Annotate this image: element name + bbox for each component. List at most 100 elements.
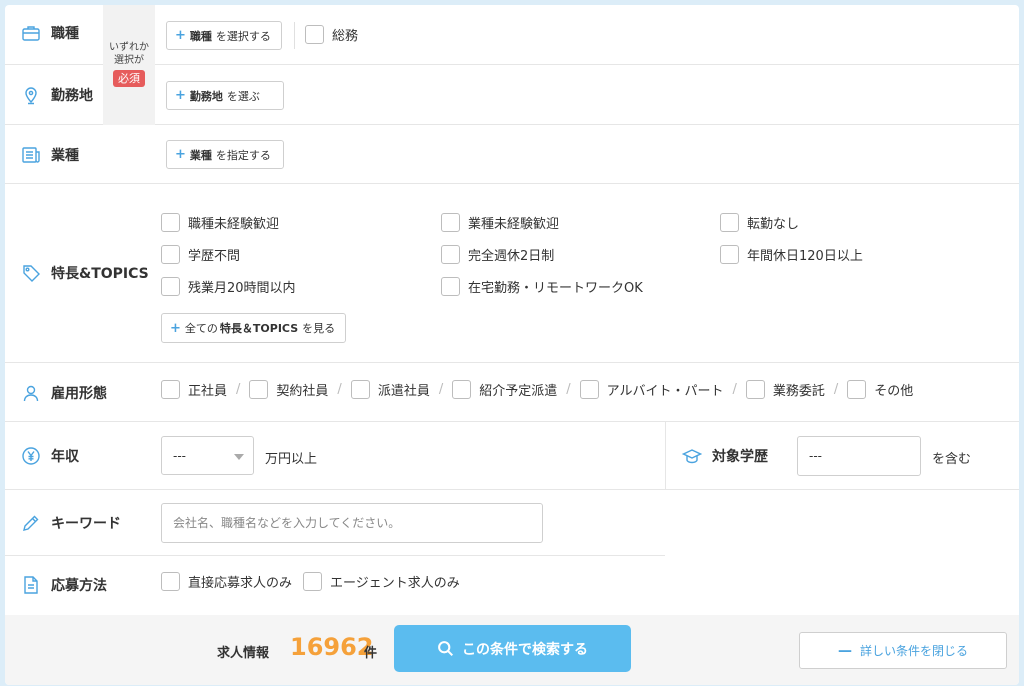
label-salary-text: 年収 <box>51 449 79 465</box>
checkbox-employment[interactable]: その他 <box>847 380 913 399</box>
checkbox-feature[interactable]: 在宅勤務・リモートワークOK <box>441 277 643 296</box>
select-industry-button[interactable]: + 業種 を指定する <box>166 140 284 169</box>
label-job-type: 職種 <box>21 23 79 43</box>
checkbox-employment[interactable]: 業務委託 <box>745 380 825 399</box>
label-education: 対象学歴 <box>682 446 768 466</box>
checkbox-feature[interactable]: 学歴不問 <box>161 245 240 264</box>
checkbox-box[interactable] <box>441 245 460 264</box>
checkbox-box[interactable] <box>452 380 472 399</box>
checkbox-label: アルバイト・パート <box>606 384 724 399</box>
checkbox-apply-method[interactable]: 直接応募求人のみ <box>161 572 292 591</box>
checkbox-feature[interactable]: 業種未経験歓迎 <box>441 213 559 232</box>
plus-icon: + <box>175 88 186 103</box>
checkbox-box[interactable] <box>303 572 322 591</box>
separator: / <box>337 382 342 397</box>
checkbox-box[interactable] <box>305 25 324 44</box>
row-employment: 雇用形態 正社員 / 契約社員 / 派遣社員 / 紹介予定派遣 / アルバイト・… <box>5 363 1019 422</box>
checkbox-feature[interactable]: 残業月20時間以内 <box>161 277 296 296</box>
checkbox-employment[interactable]: 派遣社員 <box>350 380 430 399</box>
checkbox-employment[interactable]: アルバイト・パート <box>579 380 724 399</box>
salary-select[interactable]: --- <box>161 436 254 475</box>
label-job-type-text: 職種 <box>51 26 79 42</box>
checkbox-feature[interactable]: 職種未経験歓迎 <box>161 213 279 232</box>
result-count: 16962 <box>290 633 374 661</box>
checkbox-box[interactable] <box>745 380 765 399</box>
checkbox-box[interactable] <box>847 380 867 399</box>
checkbox-employment[interactable]: 契約社員 <box>249 380 328 399</box>
checkbox-feature[interactable]: 完全週休2日制 <box>441 245 554 264</box>
search-conditions-panel: 職種 + 職種 を選択する 総務 勤務地 + 勤務地 を選ぶ いずれか 選択が <box>5 5 1019 685</box>
checkbox-box[interactable] <box>350 380 370 399</box>
checkbox-label: 正社員 <box>188 384 228 399</box>
checkbox-box[interactable] <box>720 213 739 232</box>
label-apply-method: 応募方法 <box>21 575 107 595</box>
checkbox-label: 派遣社員 <box>377 384 430 399</box>
keyword-input[interactable] <box>161 503 543 543</box>
checkbox-label: 業種未経験歓迎 <box>468 217 560 232</box>
row-features: 特長&TOPICS 職種未経験歓迎 業種未経験歓迎 転勤なし 学歴不問 完全週休… <box>5 184 1019 363</box>
select-location-button[interactable]: + 勤務地 を選ぶ <box>166 81 284 110</box>
checkbox-box[interactable] <box>161 245 180 264</box>
checkbox-feature[interactable]: 年間休日120日以上 <box>720 245 863 264</box>
separator: / <box>732 382 737 397</box>
checkbox-feature[interactable]: 転勤なし <box>720 213 799 232</box>
required-text-2: 選択が <box>114 55 144 66</box>
search-button-label: この条件で検索する <box>462 641 588 658</box>
label-apply-method-text: 応募方法 <box>51 578 107 594</box>
label-salary: 年収 <box>21 446 79 466</box>
count-label: 求人情報 <box>217 646 270 661</box>
label-features-text: 特長&TOPICS <box>51 266 149 282</box>
industry-button-bold: 業種 <box>189 148 212 162</box>
checkbox-box[interactable] <box>579 380 599 399</box>
location-button-text: を選ぶ <box>226 89 260 103</box>
separator: / <box>833 382 839 397</box>
checkbox-employment[interactable]: 正社員 <box>161 380 227 399</box>
checkbox-label: 在宅勤務・リモートワークOK <box>468 281 643 296</box>
plus-icon: + <box>170 320 181 336</box>
checkbox-label: 転勤なし <box>747 217 800 232</box>
show-all-features-button[interactable]: + 全ての 特長＆TOPICS を見る <box>161 313 346 343</box>
checkbox-label: 業務委託 <box>772 384 825 399</box>
checkbox-label: エージェント求人のみ <box>330 576 460 591</box>
checkbox-label: 契約社員 <box>276 384 329 399</box>
close-details-button[interactable]: — 詳しい条件を閉じる <box>799 632 1007 669</box>
label-employment-text: 雇用形態 <box>51 386 107 402</box>
row-job-type: 職種 + 職種 を選択する 総務 <box>5 5 1019 65</box>
checkbox-box[interactable] <box>441 213 460 232</box>
briefcase-icon <box>22 26 40 41</box>
checkbox-box[interactable] <box>249 380 269 399</box>
separator: / <box>236 382 241 397</box>
yen-circle-icon <box>22 447 40 465</box>
search-button[interactable]: この条件で検索する <box>394 625 631 672</box>
required-badge: 必須 <box>113 70 145 87</box>
checkbox-label: 紹介予定派遣 <box>479 384 558 399</box>
label-industry-text: 業種 <box>51 148 79 164</box>
chevron-down-icon <box>234 453 244 460</box>
job-type-button-text: を選択する <box>215 29 271 43</box>
checkbox-job-type-selected[interactable]: 総務 <box>305 25 358 44</box>
employment-options: 正社員 / 契約社員 / 派遣社員 / 紹介予定派遣 / アルバイト・パート /… <box>161 380 913 399</box>
required-text-1: いずれか <box>109 42 149 53</box>
select-job-type-button[interactable]: + 職種 を選択する <box>166 21 282 50</box>
checkbox-box[interactable] <box>161 380 180 399</box>
checkbox-box[interactable] <box>161 572 180 591</box>
checkbox-label: その他 <box>874 384 914 399</box>
checkbox-box[interactable] <box>161 213 180 232</box>
graduation-cap-icon <box>682 449 702 464</box>
label-features: 特長&TOPICS <box>21 263 149 283</box>
row-industry: 業種 + 業種 を指定する <box>5 125 1019 184</box>
vertical-divider <box>294 22 295 49</box>
checkbox-box[interactable] <box>161 277 180 296</box>
separator: / <box>566 382 571 397</box>
education-select[interactable]: --- <box>797 436 921 476</box>
separator: / <box>438 382 444 397</box>
show-all-bold: 特長＆TOPICS <box>219 322 299 335</box>
vertical-divider <box>665 422 666 490</box>
checkbox-box[interactable] <box>441 277 460 296</box>
pencil-icon <box>23 515 39 531</box>
checkbox-employment[interactable]: 紹介予定派遣 <box>452 380 557 399</box>
label-location: 勤務地 <box>21 85 93 105</box>
checkbox-box[interactable] <box>720 245 739 264</box>
checkbox-apply-method[interactable]: エージェント求人のみ <box>303 572 460 591</box>
location-button-bold: 勤務地 <box>189 89 223 103</box>
